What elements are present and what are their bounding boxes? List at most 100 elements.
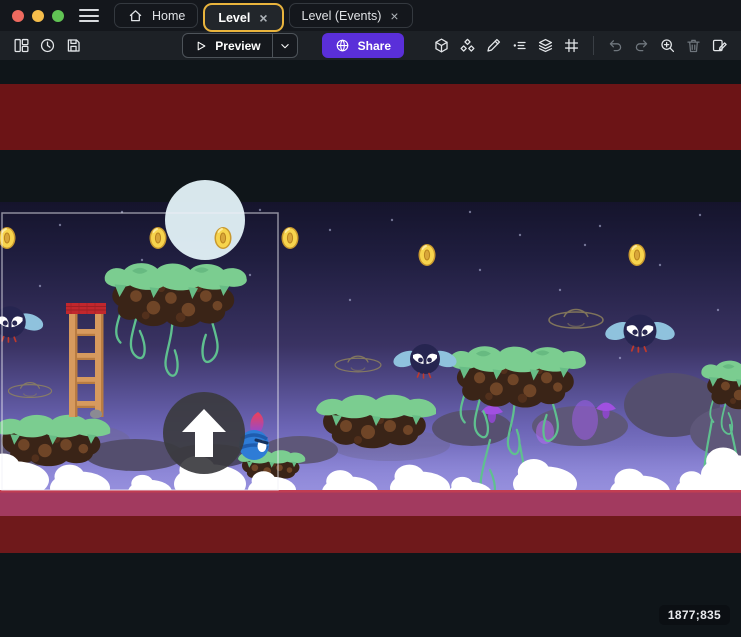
cloud-puff bbox=[395, 465, 425, 489]
object-cube-icon bbox=[433, 37, 450, 54]
edit-pencil-button[interactable] bbox=[482, 34, 505, 57]
panels-button[interactable] bbox=[10, 34, 33, 57]
star bbox=[259, 209, 261, 211]
star bbox=[349, 299, 351, 301]
star bbox=[249, 274, 251, 276]
grid-button[interactable] bbox=[560, 34, 583, 57]
toolbar-right-group bbox=[430, 34, 731, 57]
grid-icon bbox=[563, 37, 580, 54]
play-icon bbox=[194, 39, 208, 53]
star bbox=[659, 264, 661, 266]
cloud-puff bbox=[615, 469, 645, 493]
coin[interactable] bbox=[215, 227, 232, 249]
cloud-puff bbox=[518, 459, 550, 485]
close-window-button[interactable] bbox=[12, 10, 24, 22]
bottom-hazard-band[interactable] bbox=[0, 516, 741, 553]
star bbox=[559, 289, 561, 291]
cloud-puff bbox=[680, 471, 704, 490]
cloud-puff bbox=[706, 447, 740, 474]
preview-label: Preview bbox=[215, 39, 260, 53]
star bbox=[599, 225, 601, 227]
star bbox=[391, 219, 393, 221]
minimize-window-button[interactable] bbox=[32, 10, 44, 22]
hamburger-icon bbox=[79, 6, 99, 26]
redo-button[interactable] bbox=[630, 34, 653, 57]
edit-pencil-icon bbox=[485, 37, 502, 54]
coin[interactable] bbox=[282, 227, 299, 249]
share-button[interactable]: Share bbox=[322, 33, 404, 58]
close-tab-icon[interactable]: × bbox=[389, 9, 399, 23]
top-hazard-band[interactable] bbox=[0, 84, 741, 150]
small-stone[interactable] bbox=[90, 410, 102, 419]
star bbox=[141, 259, 143, 261]
coin[interactable] bbox=[150, 227, 167, 249]
moon[interactable] bbox=[165, 180, 245, 260]
globe-icon bbox=[335, 38, 350, 53]
star bbox=[619, 357, 621, 359]
scene-editor-canvas[interactable]: 1877;835 bbox=[0, 60, 741, 637]
history-button[interactable] bbox=[36, 34, 59, 57]
object-cube-button[interactable] bbox=[430, 34, 453, 57]
preview-dropdown-button[interactable] bbox=[272, 34, 297, 57]
toolbar: Preview Share bbox=[0, 31, 741, 60]
undo-button[interactable] bbox=[604, 34, 627, 57]
window-controls bbox=[12, 10, 64, 22]
instructions-list-button[interactable] bbox=[508, 34, 531, 57]
instructions-list-icon bbox=[511, 37, 528, 54]
edit-scene-icon bbox=[711, 37, 728, 54]
star bbox=[584, 244, 586, 246]
toolbar-separator bbox=[593, 36, 594, 55]
preview-button[interactable]: Preview bbox=[182, 33, 297, 58]
cursor-coordinates-badge: 1877;835 bbox=[659, 605, 730, 625]
zoom-window-button[interactable] bbox=[52, 10, 64, 22]
background-rock bbox=[432, 410, 512, 446]
tab-level[interactable]: Level × bbox=[205, 5, 281, 30]
history-tools-group bbox=[604, 34, 731, 57]
zoom-in-button[interactable] bbox=[656, 34, 679, 57]
star bbox=[699, 214, 701, 216]
layers-button[interactable] bbox=[534, 34, 557, 57]
object-groups-icon bbox=[459, 37, 476, 54]
object-groups-button[interactable] bbox=[456, 34, 479, 57]
pink-ground-band[interactable] bbox=[0, 490, 741, 516]
trash-button[interactable] bbox=[682, 34, 705, 57]
application-window: Home Level × Level (Events) × Preview bbox=[0, 0, 741, 637]
trash-icon bbox=[685, 37, 702, 54]
star bbox=[59, 224, 61, 226]
cloud-puff bbox=[252, 471, 276, 490]
chevron-down-icon bbox=[278, 39, 292, 53]
tab-level-events[interactable]: Level (Events) × bbox=[289, 3, 413, 28]
tab-label: Home bbox=[152, 9, 185, 23]
cloud-puff bbox=[326, 470, 354, 492]
save-button[interactable] bbox=[62, 34, 85, 57]
save-icon bbox=[65, 37, 82, 54]
editor-tools-group bbox=[430, 34, 583, 57]
history-icon bbox=[39, 37, 56, 54]
star bbox=[717, 309, 719, 311]
close-tab-icon[interactable]: × bbox=[258, 11, 268, 25]
tab-home[interactable]: Home bbox=[114, 3, 198, 28]
purple-glow bbox=[572, 400, 598, 440]
redo-icon bbox=[633, 37, 650, 54]
panels-icon bbox=[13, 37, 30, 54]
layers-icon bbox=[537, 37, 554, 54]
tab-label: Level (Events) bbox=[302, 9, 382, 23]
star bbox=[469, 211, 471, 213]
main-menu-button[interactable] bbox=[74, 4, 104, 28]
toolbar-left-group bbox=[10, 34, 85, 57]
tab-bar: Home Level × Level (Events) × bbox=[114, 3, 413, 28]
game-scene bbox=[0, 60, 741, 637]
zoom-in-icon bbox=[659, 37, 676, 54]
star bbox=[519, 234, 521, 236]
coin[interactable] bbox=[419, 244, 436, 266]
cloud-puff bbox=[55, 465, 85, 489]
star bbox=[479, 269, 481, 271]
tab-label: Level bbox=[218, 11, 250, 25]
undo-icon bbox=[607, 37, 624, 54]
share-label: Share bbox=[358, 39, 391, 53]
star bbox=[39, 285, 41, 287]
coin[interactable] bbox=[629, 244, 646, 266]
home-icon bbox=[127, 7, 144, 24]
edit-scene-button[interactable] bbox=[708, 34, 731, 57]
titlebar: Home Level × Level (Events) × bbox=[0, 0, 741, 31]
